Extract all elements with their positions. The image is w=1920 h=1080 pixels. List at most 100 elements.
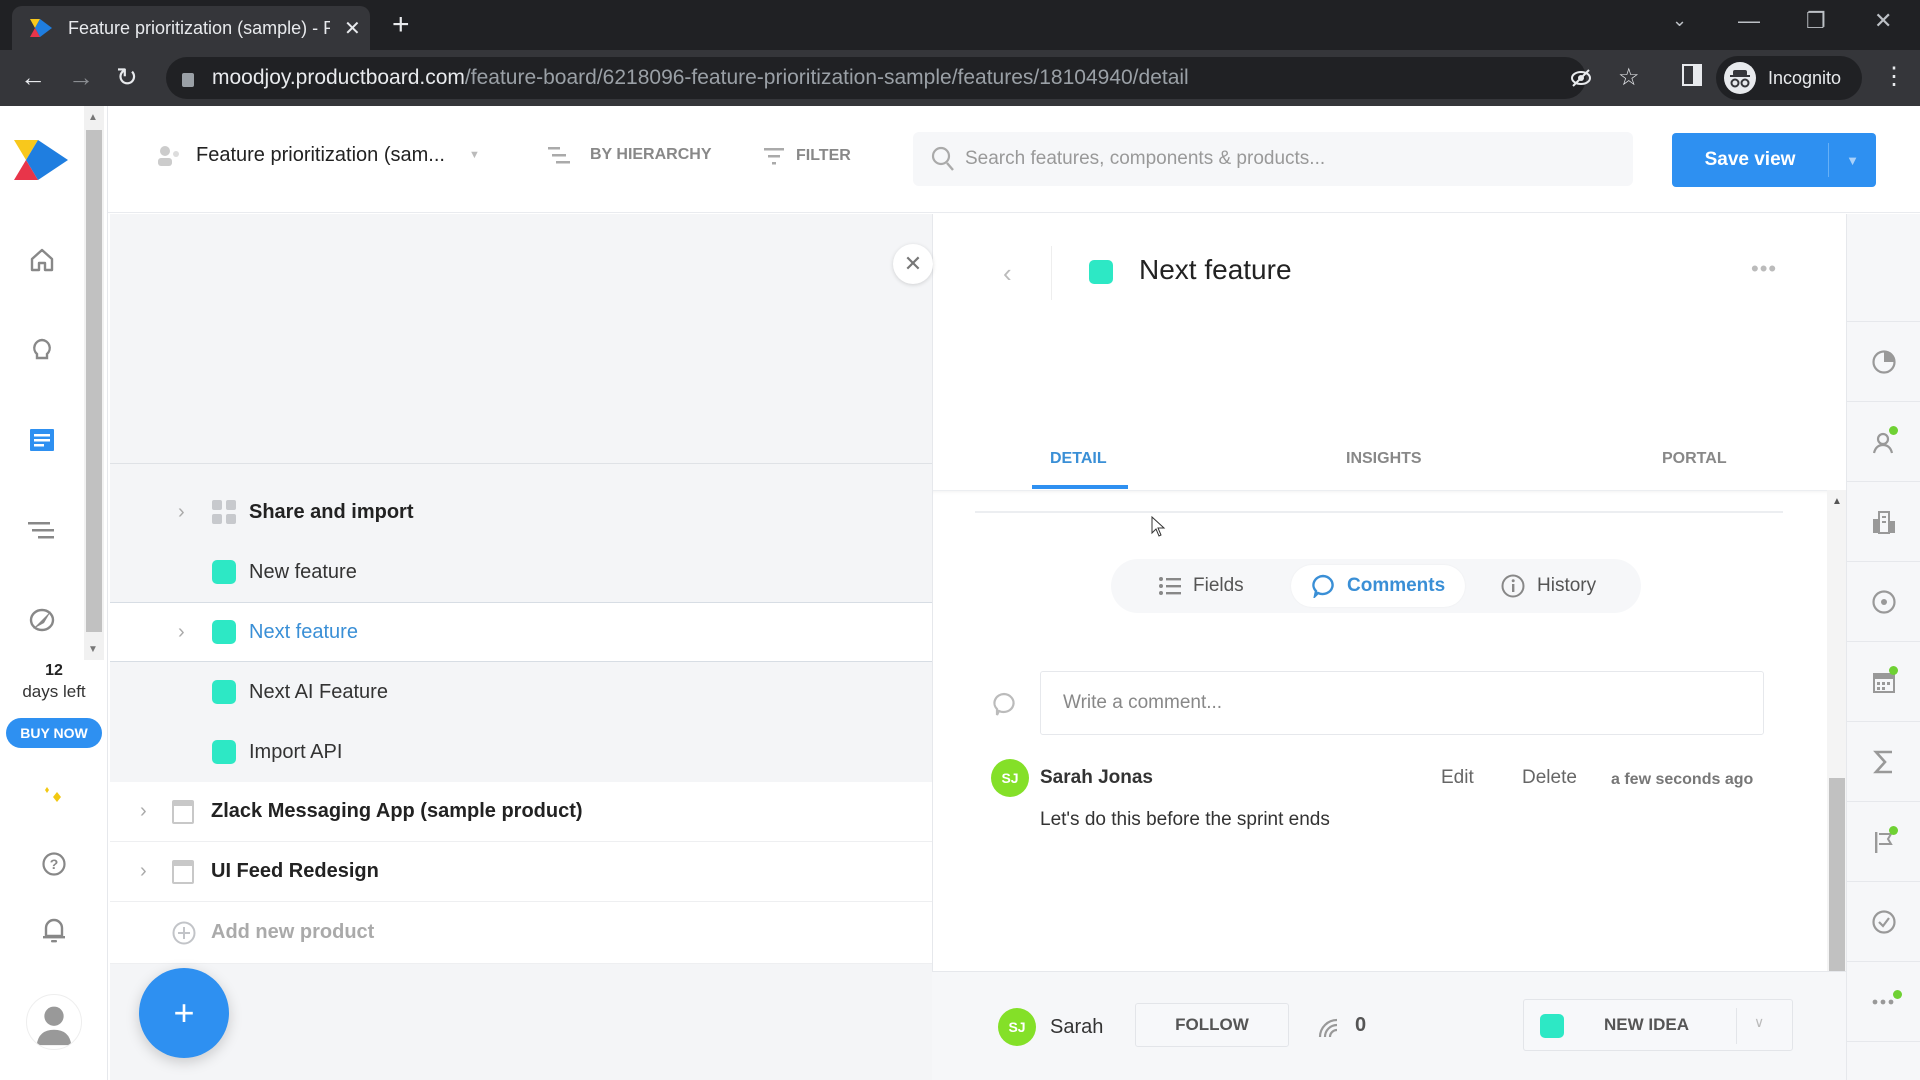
forward-arrow-icon[interactable]: → <box>68 62 94 93</box>
segment-comments[interactable]: Comments <box>1291 565 1466 607</box>
trial-days-label: days left <box>22 682 86 701</box>
tree-row-feature[interactable]: New feature <box>110 542 932 602</box>
minimize-icon[interactable]: — <box>1738 8 1760 34</box>
scroll-up-arrow-icon[interactable]: ▲ <box>1832 496 1842 507</box>
status-dropdown[interactable]: NEW IDEA ∨ <box>1523 999 1793 1051</box>
feature-status-square-icon <box>212 560 236 584</box>
comment-compose-icon <box>993 692 1015 716</box>
tree-row-feature[interactable]: Import API <box>110 722 932 782</box>
tree-row-feature[interactable]: Next AI Feature <box>110 662 932 722</box>
segment-label: History <box>1537 575 1597 596</box>
rail-calculator[interactable] <box>1847 642 1920 722</box>
info-icon <box>1501 574 1525 598</box>
owner-name[interactable]: Sarah <box>1050 1016 1103 1039</box>
board-selector-dropdown[interactable]: Feature prioritization (sam... ▼ <box>156 142 480 168</box>
rail-more[interactable] <box>1847 962 1920 1042</box>
sigma-icon <box>1873 750 1892 773</box>
feature-detail-panel: ‹ Next feature ••• DETAIL INSIGHTS PORTA… <box>932 214 1847 1080</box>
group-by-hierarchy-button[interactable]: BY HIERARCHY <box>548 146 712 164</box>
browser-toolbar: ← → ↻ moodjoy.productboard.com/feature-b… <box>0 50 1920 106</box>
tree-row-feature-selected[interactable]: › Next feature <box>110 602 932 662</box>
tree-row-product[interactable]: › Zlack Messaging App (sample product) <box>110 782 932 842</box>
incognito-profile-button[interactable]: Incognito <box>1716 56 1862 100</box>
segment-history[interactable]: History <box>1481 565 1616 607</box>
tracking-blocked-eye-icon[interactable] <box>1570 67 1592 95</box>
tree-row-component[interactable]: › Share and import <box>110 482 932 542</box>
rail-check[interactable] <box>1847 882 1920 962</box>
rail-company[interactable] <box>1847 482 1920 562</box>
save-view-button[interactable]: Save view <box>1672 149 1828 171</box>
rail-target[interactable] <box>1847 562 1920 642</box>
expand-chevron-icon[interactable]: › <box>140 860 147 883</box>
side-panel-icon[interactable] <box>1682 64 1702 92</box>
feature-title[interactable]: Next feature <box>1139 254 1292 286</box>
tab-insights[interactable]: INSIGHTS <box>1346 450 1422 468</box>
back-arrow-icon[interactable]: ← <box>20 62 46 93</box>
owner-avatar[interactable]: SJ <box>998 1008 1036 1046</box>
tree-row-product[interactable]: › UI Feed Redesign <box>110 842 932 902</box>
more-options-icon[interactable]: ••• <box>1751 256 1777 282</box>
follow-button[interactable]: FOLLOW <box>1135 1003 1289 1047</box>
product-icon <box>172 860 194 884</box>
nav-scrollbar[interactable]: ▲ ▼ <box>84 106 104 660</box>
tab-portal[interactable]: PORTAL <box>1662 450 1727 468</box>
roadmap-icon[interactable] <box>26 514 58 546</box>
back-chevron-icon[interactable]: ‹ <box>1003 258 1012 289</box>
filter-button[interactable]: FILTER <box>764 146 851 166</box>
create-fab-button[interactable]: + <box>139 968 229 1058</box>
productboard-logo-icon[interactable] <box>14 138 70 182</box>
insights-lightbulb-icon[interactable] <box>26 334 58 366</box>
rail-flag[interactable] <box>1847 802 1920 882</box>
scroll-up-arrow-icon[interactable]: ▲ <box>88 112 98 123</box>
target-icon <box>1872 589 1896 614</box>
portal-compass-icon[interactable] <box>26 604 58 636</box>
rail-spacer <box>1847 214 1920 322</box>
expand-chevron-icon[interactable]: › <box>178 621 185 644</box>
browser-menu-icon[interactable]: ⋮ <box>1882 62 1906 91</box>
incognito-icon <box>1724 62 1756 94</box>
rail-sigma[interactable] <box>1847 722 1920 802</box>
buy-now-button[interactable]: BUY NOW <box>6 718 102 748</box>
expand-chevron-icon[interactable]: › <box>178 501 185 524</box>
productboard-favicon-icon <box>30 19 52 37</box>
right-rail <box>1846 214 1920 1080</box>
address-bar[interactable]: moodjoy.productboard.com/feature-board/6… <box>166 57 1640 99</box>
delete-comment-link[interactable]: Delete <box>1522 767 1577 789</box>
user-avatar[interactable] <box>26 994 82 1050</box>
feature-status-square-icon <box>212 680 236 704</box>
rail-pie-chart[interactable] <box>1847 322 1920 402</box>
restore-icon[interactable]: ❐ <box>1806 8 1826 34</box>
scroll-down-arrow-icon[interactable]: ▼ <box>88 644 98 655</box>
search-input[interactable] <box>965 148 1605 170</box>
tab-detail[interactable]: DETAIL <box>1050 450 1107 468</box>
close-detail-icon[interactable]: ✕ <box>893 244 933 284</box>
ai-sparkle-icon[interactable] <box>38 782 70 814</box>
features-board-icon[interactable] <box>26 424 58 456</box>
more-icon <box>1872 999 1894 1004</box>
tab-close-icon[interactable]: ✕ <box>344 16 361 41</box>
browser-tab[interactable]: Feature prioritization (sample) - P ✕ <box>12 6 370 50</box>
help-icon[interactable]: ? <box>38 848 70 880</box>
tree-row-label: Next feature <box>249 620 358 643</box>
save-view-options-chevron-icon[interactable]: ▼ <box>1829 153 1876 168</box>
board-name: Feature prioritization (sam... <box>196 143 445 166</box>
scrollbar-thumb[interactable] <box>86 130 102 632</box>
tree-row-label: Import API <box>249 740 343 763</box>
lock-icon <box>182 73 194 87</box>
notifications-bell-icon[interactable] <box>38 914 70 946</box>
new-tab-button[interactable]: + <box>392 8 410 42</box>
bookmark-star-icon[interactable]: ☆ <box>1618 63 1640 92</box>
add-new-product-button[interactable]: Add new product <box>110 902 932 964</box>
rail-user-insights[interactable] <box>1847 402 1920 482</box>
reload-icon[interactable]: ↻ <box>116 62 138 93</box>
detail-header: ‹ Next feature ••• DETAIL INSIGHTS PORTA… <box>933 214 1847 490</box>
tab-search-chevron-icon[interactable]: ⌄ <box>1672 10 1687 31</box>
search-box[interactable] <box>913 132 1633 186</box>
window-close-icon[interactable]: ✕ <box>1874 8 1892 34</box>
edit-comment-link[interactable]: Edit <box>1441 767 1474 789</box>
tree-row-label: New feature <box>249 560 357 583</box>
comment-input[interactable] <box>1040 671 1764 735</box>
home-icon[interactable] <box>26 244 58 276</box>
expand-chevron-icon[interactable]: › <box>140 800 147 823</box>
segment-fields[interactable]: Fields <box>1139 565 1264 607</box>
